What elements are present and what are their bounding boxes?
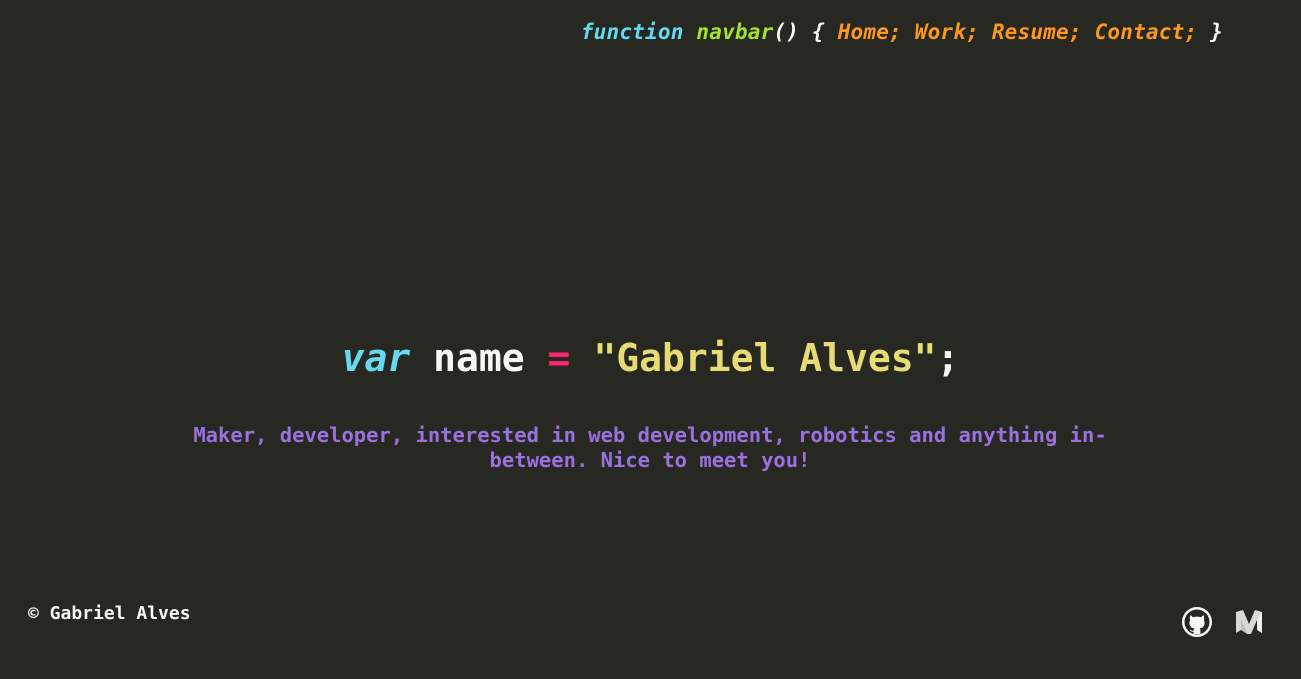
social-links — [1181, 606, 1265, 638]
hero-terminator: ; — [936, 336, 960, 380]
navbar-parens: () — [773, 20, 800, 44]
copyright: © Gabriel Alves — [28, 603, 191, 624]
github-link[interactable] — [1181, 606, 1213, 638]
navbar-function-name: navbar — [696, 20, 774, 44]
nav-link-contact[interactable]: Contact; — [1095, 20, 1198, 44]
medium-link[interactable] — [1233, 606, 1265, 638]
hero-name-string: "Gabriel Alves" — [593, 336, 937, 380]
tagline: Maker, developer, interested in web deve… — [193, 423, 1107, 472]
navbar-close-brace: } — [1210, 20, 1223, 44]
nav-link-work[interactable]: Work; — [915, 20, 979, 44]
nav-link-resume[interactable]: Resume; — [992, 20, 1082, 44]
hero-operator: = — [547, 336, 571, 380]
hero-keyword: var — [341, 336, 411, 380]
navbar-open-brace: { — [812, 20, 825, 44]
hero-heading: var name = "Gabriel Alves"; — [0, 336, 1301, 380]
medium-icon — [1236, 610, 1262, 634]
github-icon — [1182, 607, 1212, 637]
navbar: function navbar() { Home; Work; Resume; … — [581, 20, 1223, 44]
hero-identifier: name — [433, 336, 525, 380]
nav-link-home[interactable]: Home; — [838, 20, 902, 44]
navbar-keyword: function — [580, 20, 684, 44]
